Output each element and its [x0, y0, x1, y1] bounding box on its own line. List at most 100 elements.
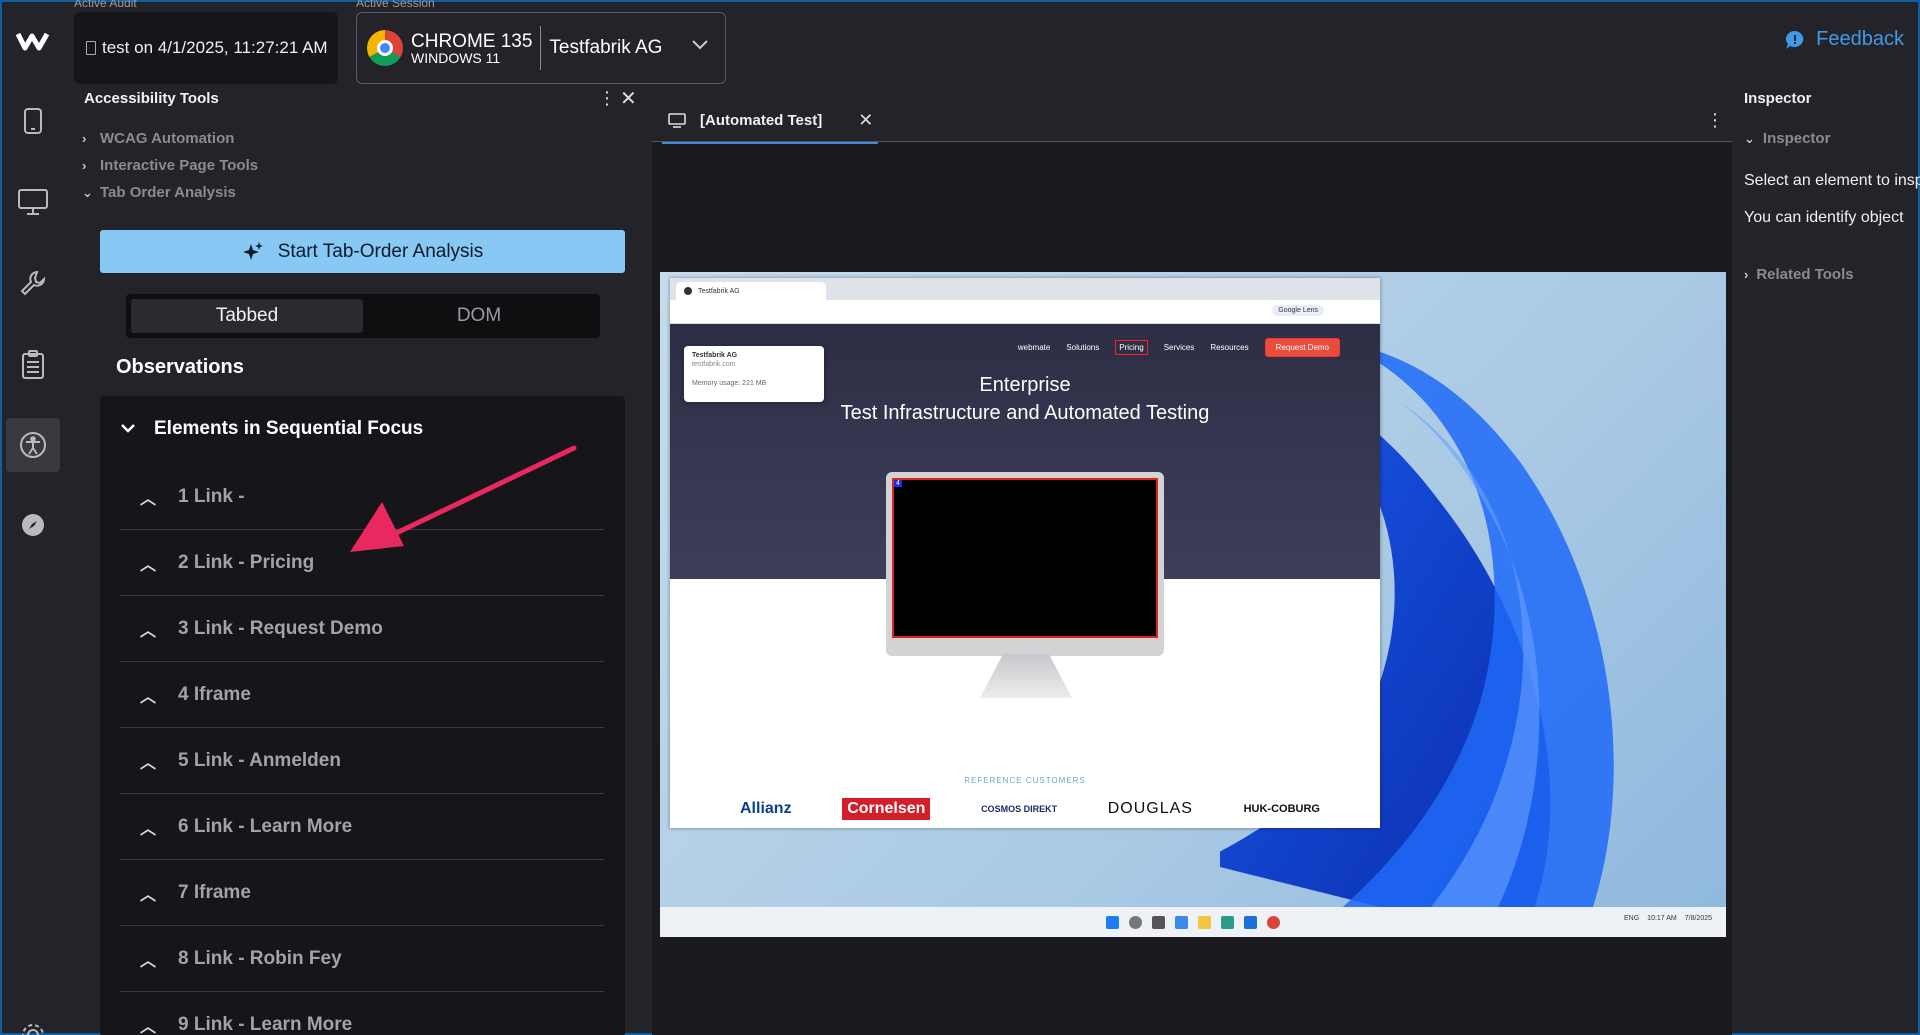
compass-icon[interactable]: [6, 498, 60, 552]
focus-element-row[interactable]: ︿ 5 Link - Anmelden: [120, 728, 604, 794]
taskbar-store-icon[interactable]: [1221, 915, 1234, 929]
left-rail: [2, 2, 64, 1035]
nav-webmate[interactable]: webmate: [1018, 343, 1050, 352]
inspector-hint-line-1: Select an element to inspect: [1744, 172, 1920, 189]
inspector-hint: Select an element to inspect You can ide…: [1732, 152, 1920, 252]
tray-time[interactable]: 10:17 AM: [1647, 915, 1677, 922]
customer-logos: Allianz Cornelsen COSMOS DIREKT DOUGLAS …: [740, 798, 1320, 820]
remote-screen[interactable]: Testfabrik AG Google Lens webmate Soluti…: [660, 272, 1726, 937]
settings-gear-icon[interactable]: [6, 1008, 60, 1035]
tray-date[interactable]: 7/8/2025: [1685, 915, 1712, 922]
webmate-logo[interactable]: [16, 28, 50, 54]
chevron-right-icon: ›: [82, 131, 87, 146]
segment-tabbed[interactable]: Tabbed: [131, 299, 363, 333]
focus-element-label: 9 Link - Learn More: [178, 1013, 353, 1035]
windows-taskbar: ENG 10:17 AM 7/8/2025: [660, 907, 1726, 937]
taskbar-search-icon[interactable]: [1129, 915, 1142, 929]
focus-element-label: 8 Link - Robin Fey: [178, 947, 342, 969]
focus-element-label: 5 Link - Anmelden: [178, 749, 341, 771]
feedback-button[interactable]: Feedback: [1784, 28, 1904, 51]
view-mode-toggle: Tabbed DOM: [126, 294, 600, 338]
windows-start-icon[interactable]: [1106, 915, 1119, 929]
chevron-up-icon: ︿: [140, 688, 157, 706]
focus-element-label: 2 Link - Pricing: [178, 551, 315, 573]
browser-name: CHROME 135: [411, 30, 533, 52]
close-tab-icon[interactable]: ✕: [858, 110, 873, 131]
focus-element-label: 1 Link -: [178, 485, 245, 507]
active-audit-selector[interactable]: test on 4/1/2025, 11:27:21 AM: [74, 12, 338, 84]
active-audit-value: test on 4/1/2025, 11:27:21 AM: [102, 38, 328, 57]
tab-label: [Automated Test]: [700, 112, 823, 129]
related-tools-toggle[interactable]: › Related Tools: [1744, 266, 1854, 283]
nav-request-demo[interactable]: Request Demo: [1264, 338, 1340, 357]
chevron-down-icon: ⌄: [82, 184, 93, 200]
tree-item-tab-order-analysis[interactable]: ⌄ Tab Order Analysis: [82, 184, 236, 201]
customer-logo: DOUGLAS: [1107, 800, 1193, 817]
tab-automated-test[interactable]: [Automated Test] ✕: [662, 100, 878, 144]
taskbar-mail-icon[interactable]: [1244, 915, 1257, 929]
app-window: Active Audit test on 4/1/2025, 11:27:21 …: [0, 0, 1920, 1035]
chevron-down-icon[interactable]: [691, 39, 709, 51]
wrench-icon[interactable]: [6, 256, 60, 310]
address-bar[interactable]: Google Lens: [670, 300, 1380, 324]
browser-info: CHROME 135 WINDOWS 11: [411, 32, 532, 65]
focus-element-label: 6 Link - Learn More: [178, 815, 353, 837]
session-divider: [540, 26, 542, 70]
focus-element-row[interactable]: ︿ 9 Link - Learn More: [120, 992, 604, 1035]
inspector-hint-line-2: You can identify object: [1744, 209, 1904, 226]
chevron-up-icon: ︿: [140, 622, 157, 640]
inspector-section-toggle[interactable]: ⌄ Inspector: [1744, 130, 1830, 147]
desktop-icon[interactable]: [6, 175, 60, 229]
focus-element-row[interactable]: ︿ 6 Link - Learn More: [120, 794, 604, 860]
focus-element-label: 4 Iframe: [178, 683, 251, 705]
chevron-up-icon: ︿: [140, 886, 157, 904]
focus-element-row[interactable]: ︿ 3 Link - Request Demo: [120, 596, 604, 662]
sequential-focus-group-header[interactable]: Elements in Sequential Focus: [120, 418, 423, 440]
browser-tab-strip: Testfabrik AG: [670, 278, 1380, 300]
monitor-stand: [980, 654, 1072, 698]
kebab-menu-icon[interactable]: ⋮: [1706, 110, 1724, 131]
taskbar-chrome-icon[interactable]: [1267, 915, 1280, 929]
taskbar-taskview-icon[interactable]: [1152, 915, 1165, 929]
browser-tab[interactable]: Testfabrik AG: [676, 282, 826, 300]
focus-element-label: 7 Iframe: [178, 881, 251, 903]
focus-element-row[interactable]: ︿ 4 Iframe: [120, 662, 604, 728]
browser-tab-title: Testfabrik AG: [698, 287, 740, 295]
tab-hover-card: Testfabrik AG testfabrik.com Memory usag…: [684, 346, 824, 402]
site-nav: webmate Solutions Pricing Services Resou…: [1018, 338, 1340, 357]
checklist-icon[interactable]: [6, 338, 60, 392]
nav-solutions[interactable]: Solutions: [1066, 343, 1099, 352]
focus-element-row[interactable]: ︿ 7 Iframe: [120, 860, 604, 926]
start-tab-order-analysis-button[interactable]: Start Tab-Order Analysis: [100, 230, 625, 273]
nav-services[interactable]: Services: [1164, 343, 1195, 352]
focus-element-row[interactable]: ︿ 8 Link - Robin Fey: [120, 926, 604, 992]
chevron-down-icon: ⌄: [1744, 130, 1755, 146]
active-session-selector[interactable]: CHROME 135 WINDOWS 11 Testfabrik AG: [356, 12, 726, 84]
feedback-label: Feedback: [1816, 28, 1904, 50]
nav-pricing[interactable]: Pricing: [1115, 340, 1148, 355]
chevron-up-icon: ︿: [140, 952, 157, 970]
chevron-up-icon: ︿: [140, 754, 157, 772]
google-lens-chip[interactable]: Google Lens: [1272, 305, 1324, 316]
chevron-right-icon: ›: [82, 158, 87, 173]
nav-resources[interactable]: Resources: [1210, 343, 1248, 352]
close-icon[interactable]: ✕: [620, 86, 637, 111]
monitor-illustration: 4: [886, 472, 1164, 656]
tray-language[interactable]: ENG: [1624, 915, 1639, 922]
segment-dom[interactable]: DOM: [363, 299, 595, 333]
annotation-arrow: [350, 445, 577, 552]
customer-logo: Allianz: [740, 800, 792, 817]
hover-card-url: testfabrik.com: [692, 361, 736, 368]
kebab-menu-icon[interactable]: ⋮: [598, 88, 616, 109]
tab-divider: [652, 141, 1732, 142]
mobile-device-icon[interactable]: [6, 94, 60, 148]
inspector-section-label: Inspector: [1762, 130, 1831, 147]
embedded-iframe-focus[interactable]: 4: [892, 478, 1158, 638]
tree-item-label: Tab Order Analysis: [100, 184, 236, 201]
tree-item-wcag-automation[interactable]: › WCAG Automation: [82, 130, 234, 147]
tree-item-interactive-page-tools[interactable]: › Interactive Page Tools: [82, 157, 258, 174]
chat-bubble-icon: [1786, 30, 1804, 49]
taskbar-explorer-icon[interactable]: [1198, 915, 1211, 929]
taskbar-widgets-icon[interactable]: [1175, 915, 1188, 929]
accessibility-icon[interactable]: [6, 418, 60, 472]
